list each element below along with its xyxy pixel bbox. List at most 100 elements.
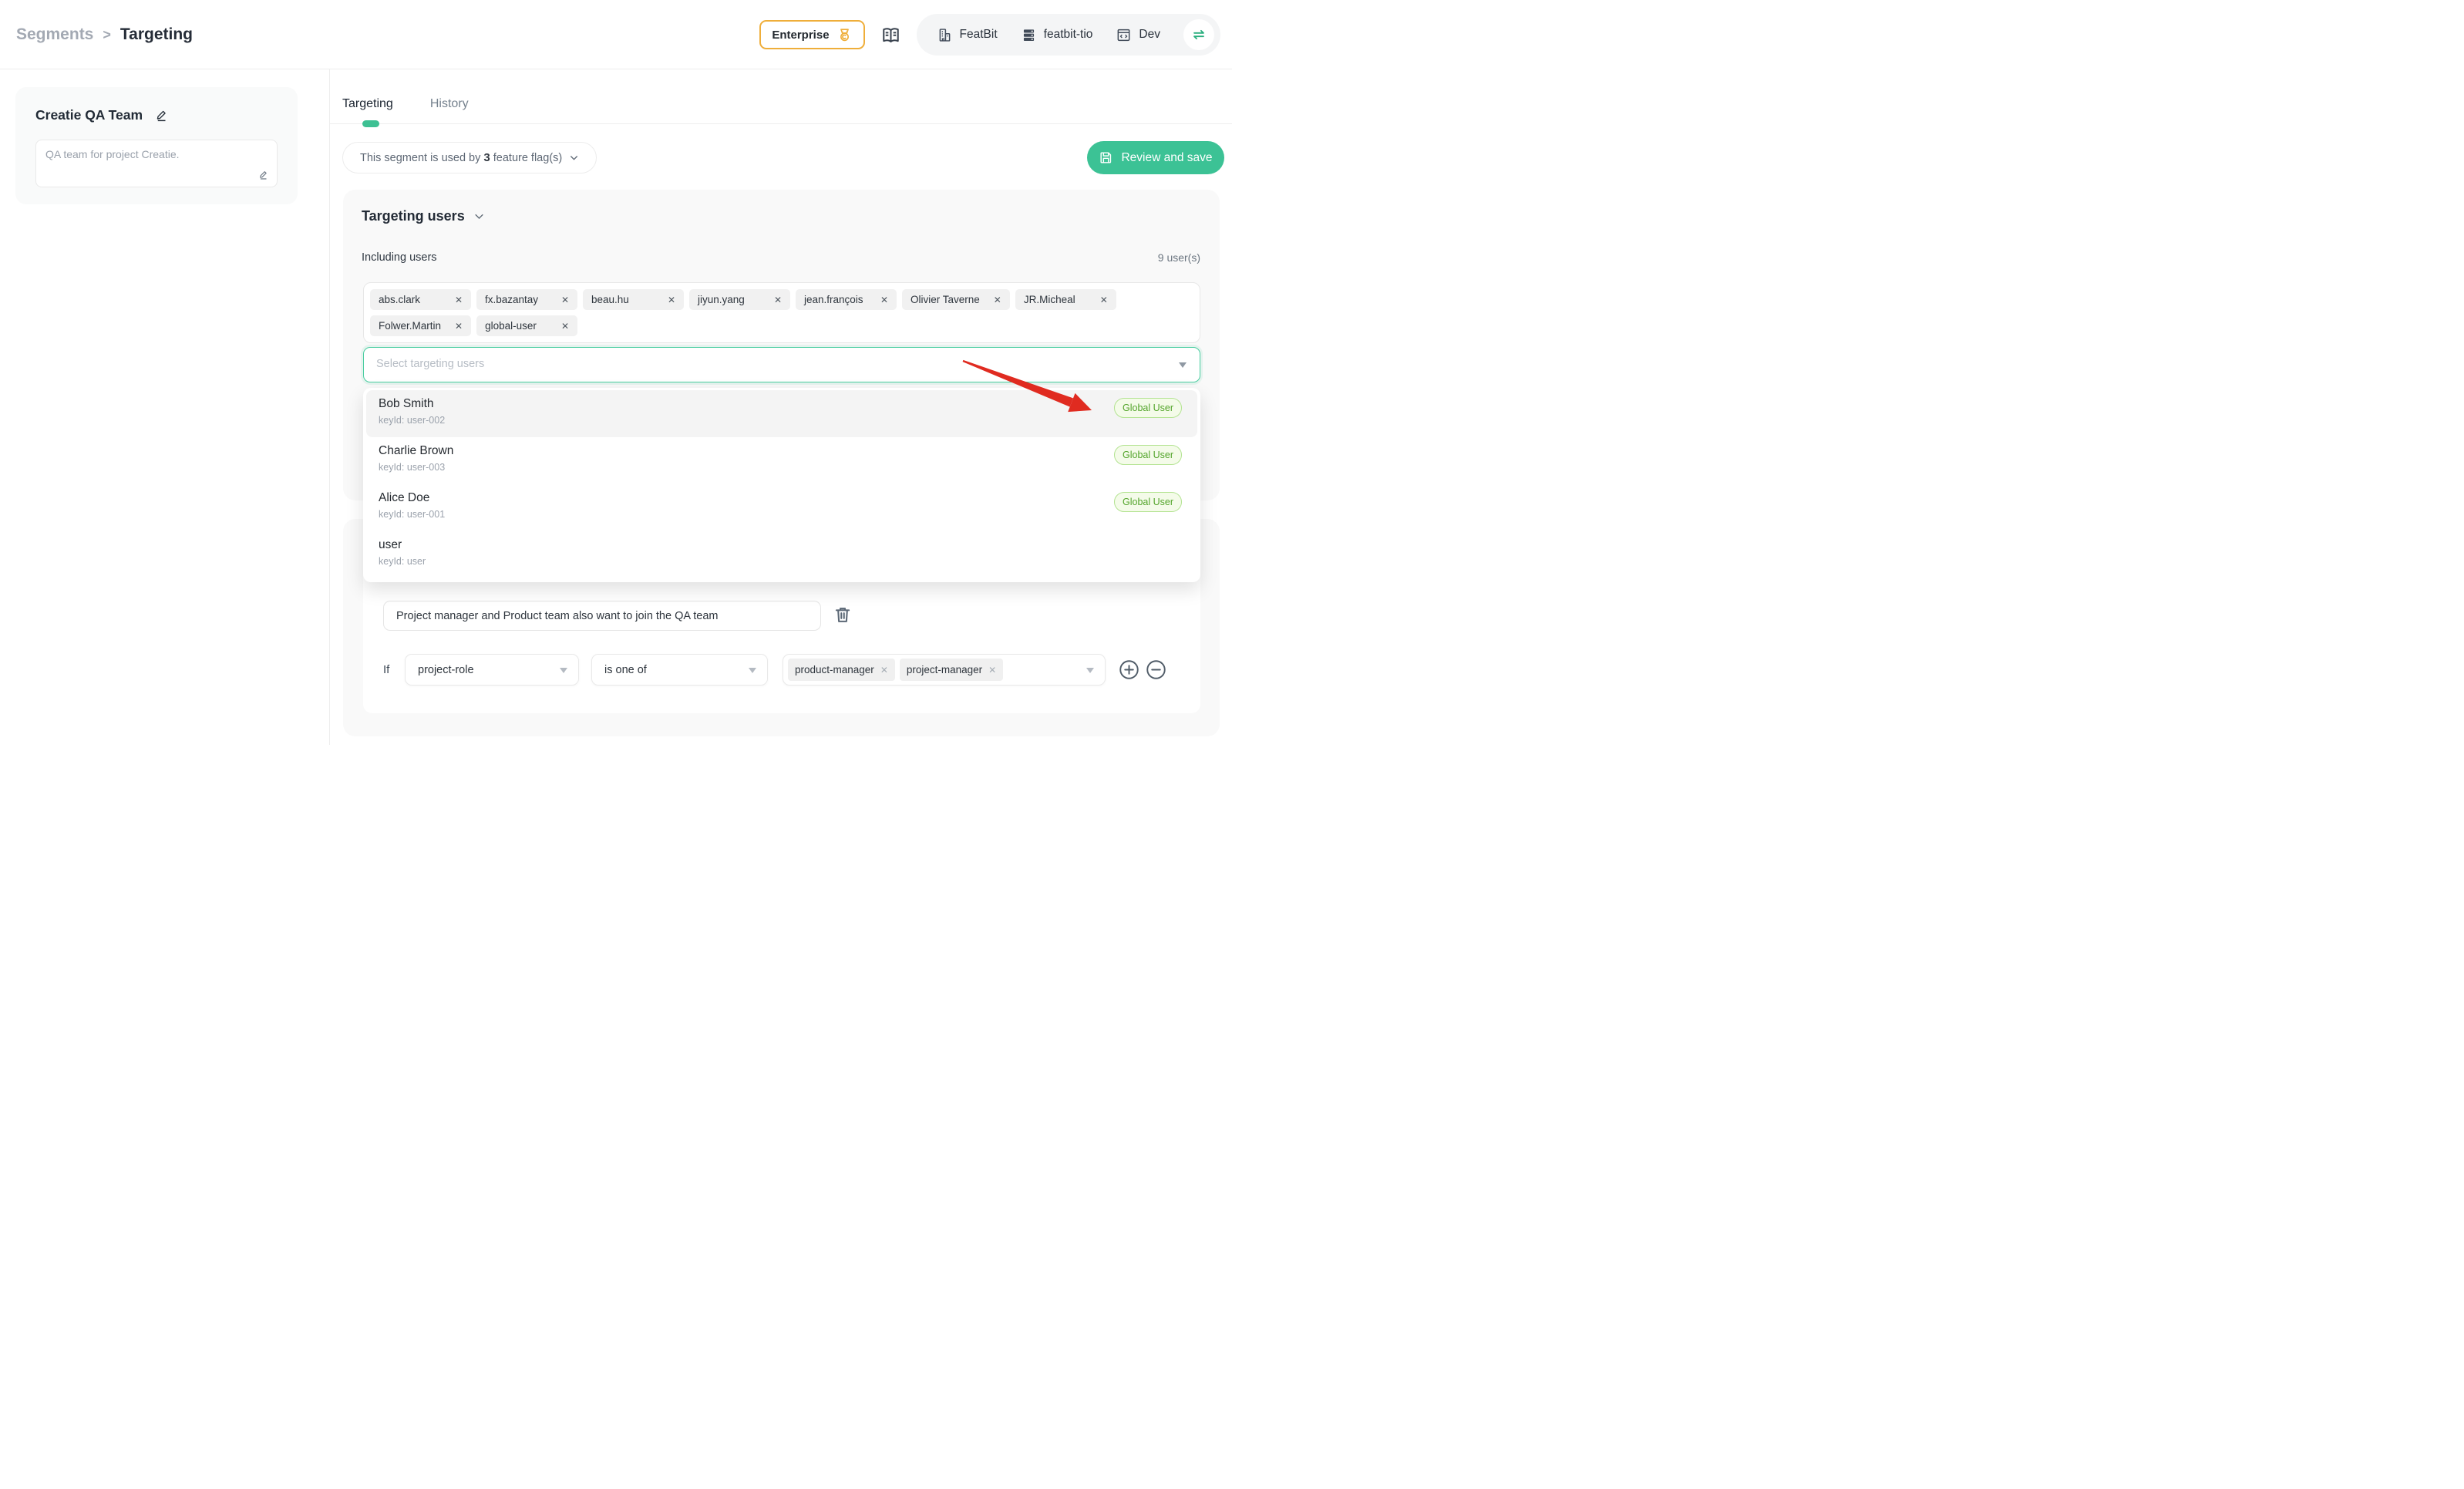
remove-value-icon[interactable]: ✕	[988, 665, 996, 675]
property-value: project-role	[418, 664, 474, 676]
usage-count: 3	[483, 151, 490, 164]
user-option-name: Alice Doe	[379, 491, 1185, 505]
global-user-badge: Global User	[1114, 398, 1182, 418]
user-option-key: keyId: user	[379, 556, 1185, 567]
user-chip: Folwer.Martin ✕	[370, 315, 471, 336]
tab-targeting[interactable]: Targeting	[342, 97, 393, 111]
project-icon	[1021, 27, 1037, 43]
remove-user-icon[interactable]: ✕	[880, 295, 888, 305]
plan-badge-label: Enterprise	[772, 29, 829, 42]
rule-condition-row: If project-role is one of product-manage…	[363, 654, 1200, 686]
usage-prefix: This segment is used by	[360, 152, 483, 164]
organization-item[interactable]: FeatBit	[937, 27, 998, 43]
chevron-down-icon	[569, 153, 579, 163]
select-caret-icon	[749, 668, 756, 673]
user-option-name: Charlie Brown	[379, 444, 1185, 458]
targeting-users-header[interactable]: Targeting users	[362, 208, 485, 224]
add-condition-button[interactable]	[1119, 659, 1139, 680]
remove-user-icon[interactable]: ✕	[455, 295, 463, 305]
collapse-chevron-icon	[473, 211, 485, 222]
remove-user-icon[interactable]: ✕	[561, 295, 569, 305]
left-panel-divider	[329, 69, 330, 745]
user-chip-label: Folwer.Martin	[379, 320, 441, 332]
operator-select[interactable]: is one of	[591, 654, 768, 686]
remove-user-icon[interactable]: ✕	[774, 295, 782, 305]
operator-value: is one of	[604, 664, 647, 676]
top-header: Segments > Targeting Enterprise	[0, 0, 1232, 69]
property-select[interactable]: project-role	[405, 654, 579, 686]
review-and-save-label: Review and save	[1121, 151, 1212, 165]
value-chip: project-manager✕	[900, 659, 1003, 681]
switch-workspace-button[interactable]	[1183, 19, 1214, 50]
user-options-dropdown: Bob Smith keyId: user-002 Global User Ch…	[363, 388, 1200, 582]
remove-user-icon[interactable]: ✕	[668, 295, 675, 305]
if-label: If	[383, 654, 389, 686]
user-chip-label: JR.Micheal	[1024, 294, 1075, 305]
remove-user-icon[interactable]: ✕	[994, 295, 1001, 305]
workspace-switcher: FeatBit featbit-tio	[917, 14, 1220, 56]
organization-icon	[937, 27, 953, 43]
values-multiselect[interactable]: product-manager✕ project-manager✕	[783, 654, 1106, 686]
delete-rule-button[interactable]	[833, 605, 853, 625]
review-and-save-button[interactable]: Review and save	[1087, 141, 1224, 174]
user-chip: fx.bazantay ✕	[476, 289, 577, 310]
user-option[interactable]: Bob Smith keyId: user-002 Global User	[366, 390, 1197, 437]
user-chip: Olivier Taverne✕	[902, 289, 1010, 310]
header-right-cluster: Enterprise	[759, 0, 1220, 69]
user-chip-label: fx.bazantay	[485, 294, 538, 305]
breadcrumb: Segments > Targeting	[16, 25, 193, 44]
segment-targeting-page: Segments > Targeting Enterprise	[0, 0, 1232, 745]
remove-user-icon[interactable]: ✕	[455, 321, 463, 332]
segment-description-placeholder: QA team for project Creatie.	[45, 148, 180, 160]
environment-name: Dev	[1139, 28, 1160, 42]
user-option-key: keyId: user-001	[379, 509, 1185, 520]
segment-description-input[interactable]: QA team for project Creatie.	[35, 140, 278, 187]
medal-icon	[836, 27, 853, 43]
targeting-users-select[interactable]: Select targeting users	[363, 347, 1200, 382]
project-name: featbit-tio	[1044, 28, 1093, 42]
edit-name-icon[interactable]	[155, 109, 169, 123]
plan-badge-button[interactable]: Enterprise	[759, 20, 864, 49]
user-option[interactable]: Alice Doe keyId: user-001 Global User	[366, 484, 1197, 531]
user-option[interactable]: user keyId: user	[366, 531, 1197, 578]
user-chip-label: beau.hu	[591, 294, 629, 305]
global-user-badge: Global User	[1114, 492, 1182, 512]
documentation-button[interactable]	[880, 25, 901, 45]
minus-circle-icon	[1146, 659, 1166, 680]
remove-user-icon[interactable]: ✕	[561, 321, 569, 332]
segment-name-row: Creatie QA Team	[35, 107, 169, 123]
segment-info-card: Creatie QA Team QA team for project Crea…	[15, 87, 298, 204]
included-users-chips: abs.clark✕ fx.bazantay✕ beau.hu✕ jiyun.y…	[363, 282, 1200, 343]
edit-description-icon[interactable]	[258, 170, 269, 180]
trash-icon	[833, 605, 853, 625]
breadcrumb-segments-link[interactable]: Segments	[16, 25, 93, 44]
user-chip: abs.clark ✕	[370, 289, 471, 310]
project-item[interactable]: featbit-tio	[1021, 27, 1093, 43]
user-chip: beau.hu ✕	[583, 289, 684, 310]
user-option[interactable]: Charlie Brown keyId: user-003 Global Use…	[366, 437, 1197, 484]
rule-name-input[interactable]: Project manager and Product team also wa…	[383, 601, 821, 631]
segment-name: Creatie QA Team	[35, 107, 143, 123]
usage-suffix: feature flag(s)	[490, 152, 563, 164]
remove-value-icon[interactable]: ✕	[880, 665, 888, 675]
select-caret-icon	[1086, 668, 1094, 673]
value-chip: product-manager✕	[788, 659, 895, 681]
including-users-row: Including users 9 user(s)	[362, 251, 1200, 264]
breadcrumb-separator: >	[103, 27, 111, 43]
swap-icon	[1190, 26, 1207, 43]
tab-bar-divider	[330, 123, 1232, 124]
user-option-key: keyId: user-002	[379, 415, 1185, 426]
environment-item[interactable]: Dev	[1116, 27, 1160, 43]
remove-user-icon[interactable]: ✕	[1100, 295, 1108, 305]
user-chip-label: global-user	[485, 320, 537, 332]
rule-name-value: Project manager and Product team also wa…	[396, 610, 719, 622]
tab-bar: Targeting History	[342, 97, 469, 111]
user-option-key: keyId: user-003	[379, 462, 1185, 473]
user-chip-label: abs.clark	[379, 294, 420, 305]
remove-condition-button[interactable]	[1146, 659, 1166, 680]
select-placeholder: Select targeting users	[376, 358, 484, 370]
targeting-users-title: Targeting users	[362, 208, 465, 224]
book-icon	[880, 25, 901, 45]
segment-usage-pill[interactable]: This segment is used by 3 feature flag(s…	[342, 142, 597, 173]
tab-history[interactable]: History	[430, 97, 469, 111]
